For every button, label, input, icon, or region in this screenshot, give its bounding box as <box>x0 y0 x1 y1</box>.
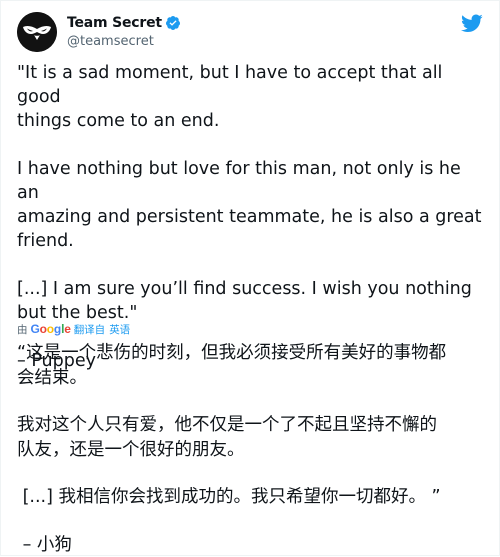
avatar[interactable] <box>17 12 57 52</box>
display-name[interactable]: Team Secret <box>67 15 162 31</box>
translated-from-link[interactable]: 翻译自 <box>74 322 106 337</box>
source-language-link[interactable]: 英语 <box>109 322 130 337</box>
tweet-paragraph-2: I have nothing but love for this man, no… <box>17 157 485 253</box>
tweet-paragraph-3: [...] I am sure you’ll find success. I w… <box>17 277 485 325</box>
tweet-card: Team Secret @teamsecret "It is a sad mom… <box>0 0 500 556</box>
tweet-paragraph-1: "It is a sad moment, but I have to accep… <box>17 61 485 133</box>
team-secret-logo-icon <box>17 12 57 52</box>
google-logo-icon[interactable]: Google <box>31 322 71 336</box>
translated-by-label: 由 <box>17 322 28 337</box>
translation-attribution: 由 Google 翻译自 英语 <box>17 322 130 336</box>
translated-paragraph-2: 我对这个人只有爱，他不仅是一个了不起且坚持不懈的 队友，还是一个很好的朋友。 <box>17 413 489 462</box>
handle[interactable]: @teamsecret <box>67 34 181 49</box>
display-name-row: Team Secret <box>67 13 181 32</box>
author-names: Team Secret @teamsecret <box>67 13 181 49</box>
twitter-bird-icon[interactable] <box>461 12 483 34</box>
translated-signature: – 小狗 <box>17 533 489 557</box>
translated-paragraph-1: “这是一个悲伤的时刻，但我必须接受所有美好的事物都 会结束。 <box>17 341 489 390</box>
translated-text: “这是一个悲伤的时刻，但我必须接受所有美好的事物都 会结束。 我对这个人只有爱，… <box>17 341 489 557</box>
tweet-header: Team Secret @teamsecret <box>17 12 483 52</box>
verified-badge-icon <box>165 15 181 31</box>
translated-paragraph-3: [...] 我相信你会找到成功的。我只希望你一切都好。 ” <box>17 485 489 510</box>
